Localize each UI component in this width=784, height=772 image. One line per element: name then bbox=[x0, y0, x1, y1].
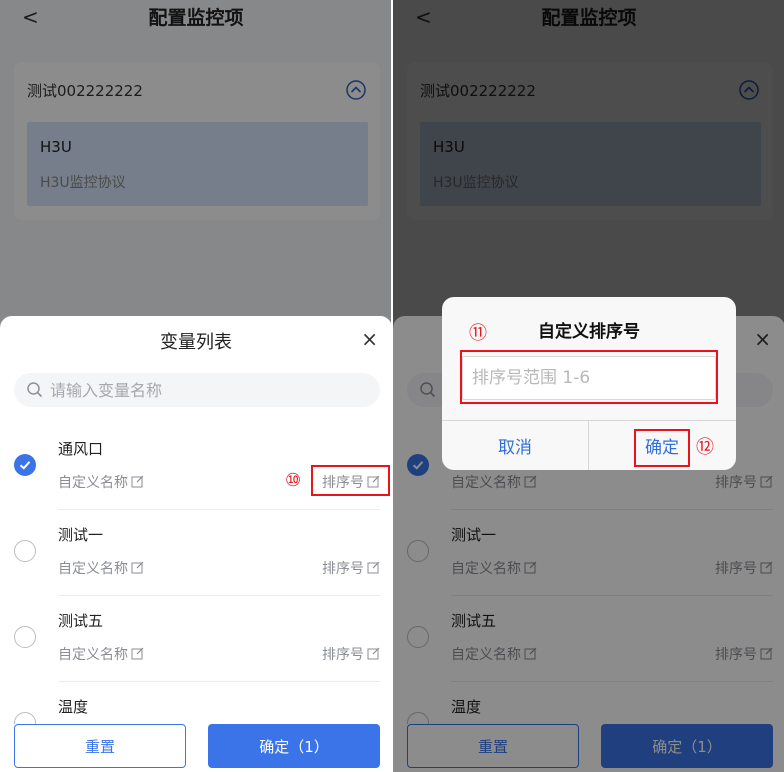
check-icon bbox=[19, 461, 31, 470]
annotation-number: ⑫ bbox=[696, 437, 714, 458]
annotation-number: ⑪ bbox=[469, 323, 487, 344]
reset-button[interactable]: 重置 bbox=[14, 724, 186, 768]
checkbox-unchecked[interactable] bbox=[14, 626, 36, 648]
variable-name: 温度 bbox=[58, 698, 89, 716]
annotation-highlight bbox=[311, 465, 390, 496]
confirm-button[interactable]: 确定（1） bbox=[208, 724, 380, 768]
checkbox-checked[interactable] bbox=[14, 454, 36, 476]
sort-edit[interactable]: 排序号 bbox=[322, 646, 380, 664]
close-icon[interactable]: × bbox=[361, 328, 378, 350]
alias-edit[interactable]: 自定义名称 bbox=[58, 474, 144, 492]
list-item[interactable]: 测试一 自定义名称 排序号 bbox=[0, 510, 392, 596]
alias-edit[interactable]: 自定义名称 bbox=[58, 646, 144, 664]
variable-name: 通风口 bbox=[58, 440, 104, 458]
search-input[interactable] bbox=[50, 379, 360, 401]
left-screen: < 配置监控项 测试002222222 H3U H3U监控协议 变量列表 × 请… bbox=[0, 0, 392, 772]
sheet-footer: 重置 确定（1） bbox=[0, 724, 392, 772]
variable-name: 测试一 bbox=[58, 526, 104, 544]
variable-sheet: 变量列表 × 通风口 自定义名称 排序号 测试一 bbox=[0, 316, 392, 772]
edit-icon bbox=[131, 561, 144, 574]
sort-label: 排序号 bbox=[322, 647, 364, 663]
sort-edit[interactable]: 排序号 bbox=[322, 560, 380, 578]
edit-icon bbox=[367, 647, 380, 660]
sheet-title: 变量列表 bbox=[160, 332, 232, 353]
edit-icon bbox=[131, 475, 144, 488]
edit-icon bbox=[131, 647, 144, 660]
right-screen: < 配置监控项 测试002222222 H3U H3U监控协议 变量列表 × bbox=[393, 0, 784, 772]
checkbox-unchecked[interactable] bbox=[14, 540, 36, 562]
alias-label: 自定义名称 bbox=[58, 475, 128, 491]
alias-label: 自定义名称 bbox=[58, 561, 128, 577]
cancel-button[interactable]: 取消 bbox=[442, 421, 588, 470]
variable-name: 测试五 bbox=[58, 612, 104, 630]
search-bar bbox=[14, 373, 380, 407]
search-icon bbox=[27, 382, 43, 398]
annotation-highlight bbox=[460, 350, 718, 404]
annotation-highlight bbox=[634, 429, 690, 467]
alias-edit[interactable]: 自定义名称 bbox=[58, 560, 144, 578]
alias-label: 自定义名称 bbox=[58, 647, 128, 663]
edit-icon bbox=[367, 561, 380, 574]
annotation-number: ⑩ bbox=[285, 470, 302, 491]
list-item[interactable]: 测试五 自定义名称 排序号 bbox=[0, 596, 392, 682]
sort-label: 排序号 bbox=[322, 561, 364, 577]
